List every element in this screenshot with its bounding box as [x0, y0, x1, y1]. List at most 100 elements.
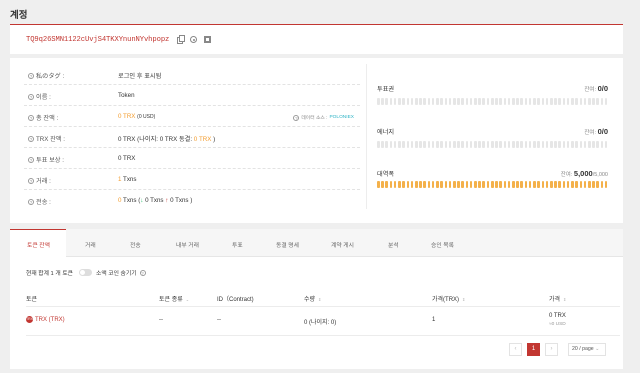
bar-segment: [482, 181, 486, 188]
tab-approval-list[interactable]: 승인 목록: [431, 240, 454, 249]
column-header-token-type[interactable]: 토큰 종류 ⌄: [159, 294, 189, 303]
question-icon[interactable]: ?: [28, 198, 34, 205]
bar-segment: [465, 98, 469, 105]
bar-segment: [436, 141, 439, 148]
question-icon[interactable]: ?: [28, 72, 34, 79]
bar-segment: [604, 141, 608, 148]
bar-segment: [503, 181, 507, 188]
tab-internal-transactions[interactable]: 내부 거래: [176, 240, 199, 249]
copy-icon[interactable]: [177, 35, 185, 44]
sort-icon[interactable]: ⇕: [563, 297, 566, 301]
bar-segment: [507, 141, 511, 148]
bar-segment: [452, 181, 456, 188]
column-header-quantity[interactable]: 수량 ⇕: [304, 294, 321, 303]
page-size-select[interactable]: 20 / page ⌄: [568, 343, 606, 356]
account-info-list: ? 私のタグ : 로그인 후 표시됨 ? 이름 : Token ? 총 잔액 : 0 …: [24, 64, 360, 211]
tab-freeze-details[interactable]: 동결 명세: [276, 240, 299, 249]
bar-segment: [541, 141, 545, 148]
column-header-price[interactable]: 가격 ⇕: [549, 294, 566, 303]
bar-segment: [406, 98, 410, 105]
price-trx-cell: 1: [432, 317, 436, 323]
tab-transactions[interactable]: 거래: [85, 240, 96, 249]
transactions-value[interactable]: 1 Txns: [118, 176, 136, 183]
tag-value[interactable]: 로그인 후 표시됨: [118, 71, 161, 80]
bar-segment: [436, 98, 439, 105]
bar-segment: [465, 181, 469, 188]
vote-power-panel: 투표권 잔여: 0/0: [377, 84, 610, 109]
tab-contracts-published[interactable]: 계약 게시: [331, 240, 354, 249]
account-address[interactable]: TQ9q26SMN1122cUvjS4TKXYnunNYvhpopz: [26, 36, 169, 44]
bar-segment: [562, 181, 566, 188]
bar-segment: [410, 141, 414, 148]
question-icon[interactable]: ?: [28, 114, 34, 121]
next-page-button[interactable]: ›: [545, 343, 558, 356]
info-row-total-balance: ? 총 잔액 : 0 TRX (0 USD) ? 데이터 소스 : POLONIEX: [24, 106, 360, 127]
bar-segment: [507, 98, 511, 105]
bar-segment: [528, 98, 532, 105]
tab-token-balance[interactable]: 토큰 잔액: [27, 240, 50, 249]
bar-segment: [419, 98, 422, 105]
bar-segment: [419, 141, 422, 148]
info-row-vote-reward: ? 투표 보상 : 0 TRX: [24, 148, 360, 169]
bar-segment: [469, 98, 473, 105]
hide-small-toggle[interactable]: [79, 269, 92, 276]
bar-segment: [533, 181, 536, 188]
data-source-link[interactable]: POLONIEX: [329, 115, 354, 120]
qr-code-icon[interactable]: [204, 36, 211, 43]
bar-segment: [566, 141, 570, 148]
tab-transfers[interactable]: 전송: [130, 240, 141, 249]
bar-segment: [520, 98, 524, 105]
tabs: 토큰 잔액 거래 전송 내부 거래 투표 동결 명세 계약 게시 분석 승인 목…: [10, 229, 623, 257]
bar-segment: [524, 98, 528, 105]
price-usd-cell: ≈0 USD: [549, 322, 566, 327]
bar-segment: [427, 141, 431, 148]
bar-segment: [516, 141, 519, 148]
bar-segment: [427, 98, 431, 105]
prev-page-button[interactable]: ‹: [509, 343, 522, 356]
bar-segment: [474, 98, 477, 105]
info-row-transactions: ? 거래 : 1 Txns: [24, 169, 360, 190]
tab-votes[interactable]: 투표: [232, 240, 243, 249]
bar-segment: [414, 141, 418, 148]
bar-segment: [583, 98, 587, 105]
filter-icon[interactable]: ⌄: [186, 297, 189, 301]
bar-segment: [469, 141, 473, 148]
energy-label: 에너지: [377, 129, 395, 136]
tab-analysis[interactable]: 분석: [388, 240, 399, 249]
hide-icon[interactable]: [190, 36, 197, 43]
bar-segment: [524, 181, 528, 188]
bar-segment: [402, 181, 405, 188]
bar-segment: [596, 98, 599, 105]
bar-segment: [537, 181, 540, 188]
token-type-cell: --: [159, 317, 163, 323]
column-header-price-trx[interactable]: 가격(TRX) ⇕: [432, 294, 465, 303]
bar-segment: [461, 181, 464, 188]
question-icon[interactable]: ?: [293, 114, 300, 121]
bar-segment: [495, 98, 498, 105]
question-icon[interactable]: ?: [28, 156, 34, 163]
bar-segment: [571, 98, 574, 105]
info-row-trx-balance: ? TRX 잔액 : 0 TRX (나이지: 0 TRX 동결: 0 TRX ): [24, 127, 360, 148]
bar-segment: [377, 141, 380, 148]
bar-segment: [486, 181, 490, 188]
sort-icon[interactable]: ⇕: [318, 297, 321, 301]
bar-segment: [410, 181, 414, 188]
question-icon[interactable]: ?: [28, 93, 34, 100]
bar-segment: [414, 98, 418, 105]
page-1-button[interactable]: 1: [527, 343, 540, 356]
bar-segment: [482, 98, 486, 105]
question-icon[interactable]: ?: [139, 269, 146, 276]
bar-segment: [478, 141, 481, 148]
bar-segment: [436, 181, 439, 188]
bar-segment: [385, 181, 389, 188]
bar-segment: [389, 141, 393, 148]
token-cell[interactable]: TRX TRX (TRX): [26, 316, 65, 323]
bar-segment: [549, 141, 553, 148]
price-cell: 0 TRX: [549, 313, 566, 319]
bar-segment: [490, 98, 494, 105]
sort-icon[interactable]: ⇕: [462, 297, 465, 301]
question-icon[interactable]: ?: [28, 135, 34, 142]
bar-segment: [410, 98, 414, 105]
chevron-down-icon: ⌄: [595, 346, 600, 352]
question-icon[interactable]: ?: [28, 177, 34, 184]
